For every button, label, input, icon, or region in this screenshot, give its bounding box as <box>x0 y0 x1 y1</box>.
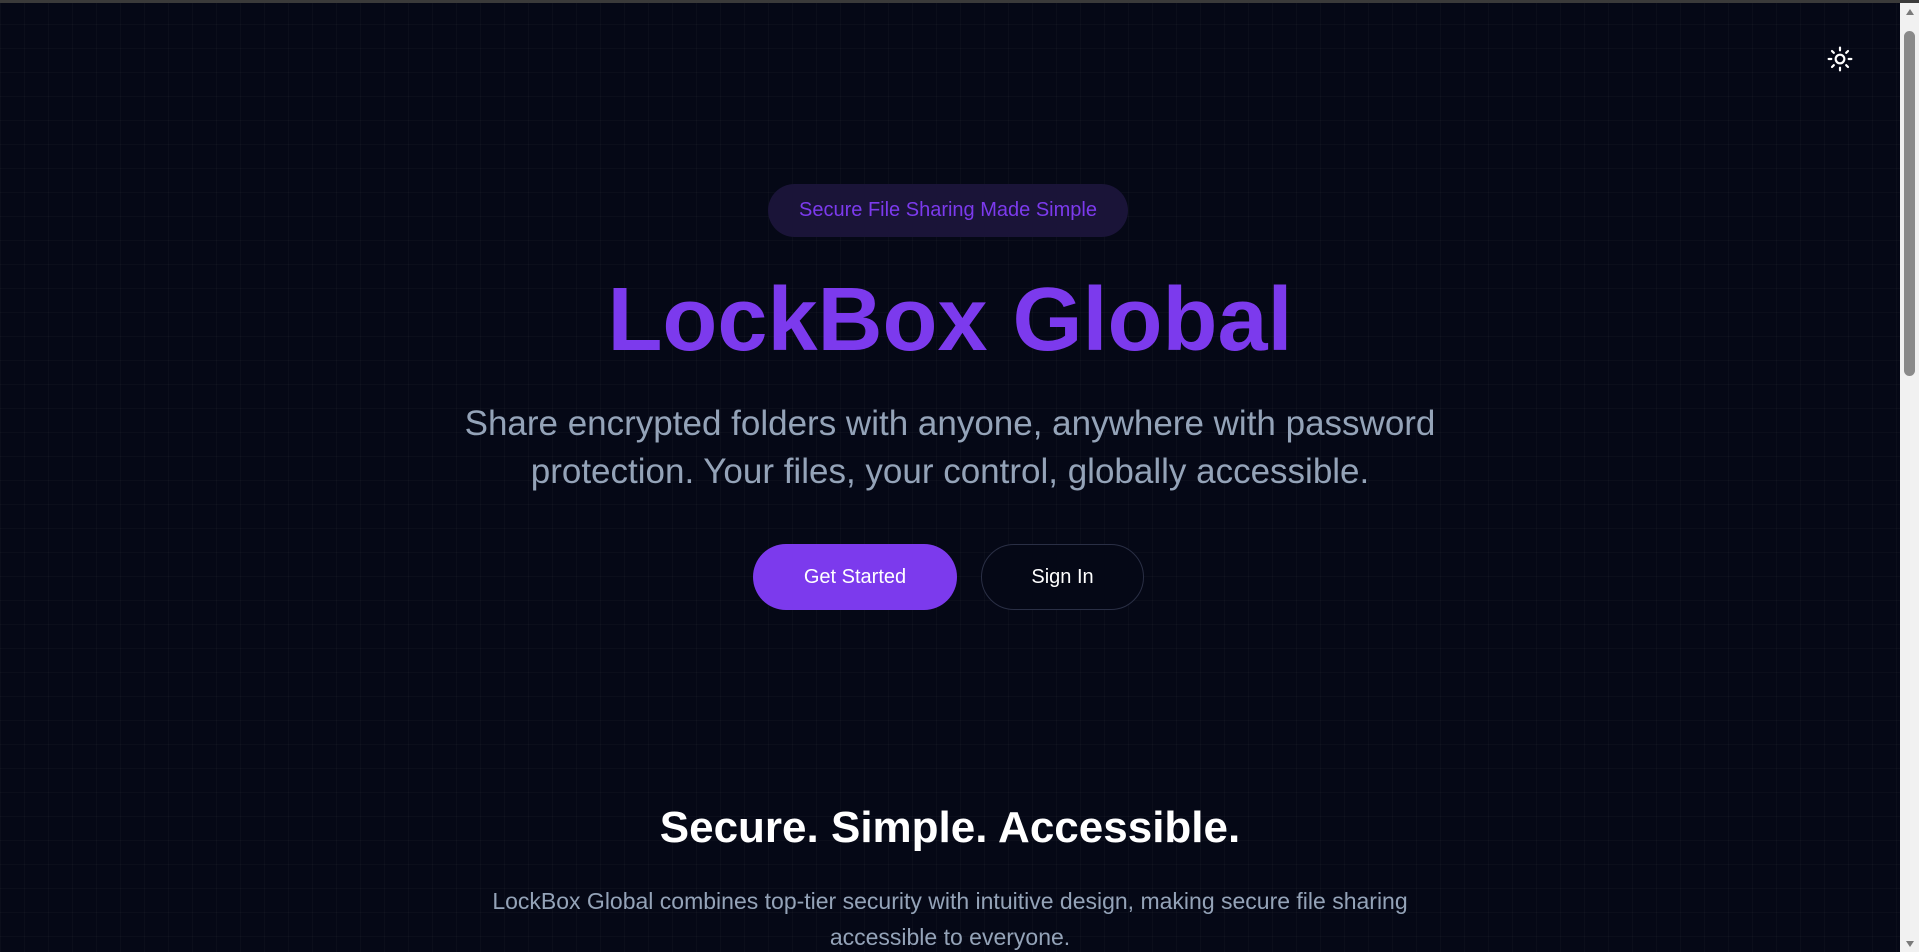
sign-in-button[interactable]: Sign In <box>981 544 1144 610</box>
hero-subtitle: Share encrypted folders with anyone, any… <box>464 404 1436 491</box>
scroll-up-arrow-icon[interactable] <box>1900 3 1919 20</box>
scroll-down-arrow-icon[interactable] <box>1900 935 1919 952</box>
main-content: Secure File Sharing Made Simple LockBox … <box>0 3 1900 952</box>
page-viewport: Secure File Sharing Made Simple LockBox … <box>0 0 1919 952</box>
features-section-title: Secure. Simple. Accessible. <box>659 803 1241 852</box>
scrollbar-thumb[interactable] <box>1904 31 1915 376</box>
sun-icon <box>1827 46 1853 72</box>
features-section-text: LockBox Global combines top-tier securit… <box>492 888 1408 950</box>
hero-badge: Secure File Sharing Made Simple <box>768 184 1128 237</box>
vertical-scrollbar[interactable] <box>1900 3 1919 952</box>
get-started-button[interactable]: Get Started <box>753 544 957 610</box>
hero-title: LockBox Global <box>607 270 1293 370</box>
theme-toggle-button[interactable] <box>1826 45 1854 73</box>
